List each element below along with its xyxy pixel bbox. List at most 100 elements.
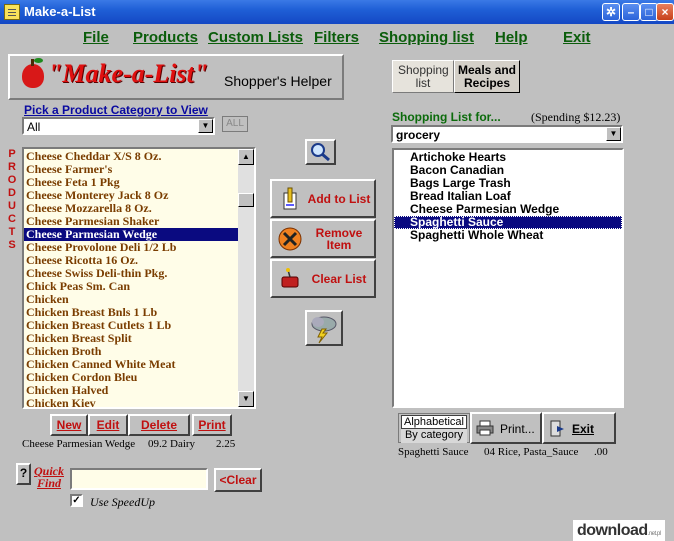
chevron-down-icon[interactable]: ▼ (606, 127, 621, 141)
scroll-up-icon[interactable]: ▲ (238, 149, 254, 165)
minimize-button[interactable]: – (622, 3, 640, 21)
weather-button[interactable] (305, 310, 343, 346)
app-logo-banner: "Make-a-List" Shopper's Helper (8, 54, 344, 100)
product-list-item[interactable]: Cheese Provolone Deli 1/2 Lb (24, 241, 238, 254)
clear-quick-find-button[interactable]: <Clear (214, 468, 262, 492)
quick-find-label: Quick Find (33, 465, 65, 489)
new-product-button[interactable]: New (50, 414, 88, 436)
add-to-list-label: Add to List (307, 191, 371, 206)
product-list-item[interactable]: Chicken Breast Split (24, 332, 238, 345)
tab-meals-recipes[interactable]: Meals and Recipes (454, 60, 520, 93)
product-list-item[interactable]: Cheese Monterey Jack 8 Oz (24, 189, 238, 202)
product-info-code: 09.2 Dairy (148, 438, 196, 450)
sort-by-category[interactable]: By category (401, 429, 467, 443)
product-list-item[interactable]: Chicken Breast Cutlets 1 Lb (24, 319, 238, 332)
watermark-text: download (577, 522, 648, 539)
logo-title: "Make-a-List" (48, 59, 209, 88)
shopping-list-item[interactable]: Spaghetti Whole Wheat (394, 229, 622, 242)
remove-item-button[interactable]: Remove Item (270, 219, 376, 258)
all-button[interactable]: ALL (222, 116, 248, 132)
side-letter: R (8, 161, 16, 173)
category-select[interactable]: All ▼ (22, 117, 215, 135)
magnifier-icon (311, 143, 330, 162)
item-info-code: 04 Rice, Pasta_Sauce (484, 446, 579, 458)
product-list-item[interactable]: Chicken Breast Bnls 1 Lb (24, 306, 238, 319)
title-bar[interactable]: Make-a-List ✲ – □ × (0, 0, 674, 24)
product-list-item[interactable]: Chicken Kiev (24, 397, 238, 407)
product-list-item[interactable]: Chicken Broth (24, 345, 238, 358)
product-list-item[interactable]: Cheese Parmesian Shaker (24, 215, 238, 228)
menu-custom-lists[interactable]: Custom Lists (208, 29, 303, 46)
product-list-item[interactable]: Chick Peas Sm. Can (24, 280, 238, 293)
product-info-price: 2.25 (216, 438, 236, 450)
product-list-item[interactable]: Cheese Farmer's (24, 163, 238, 176)
speedup-label: Use SpeedUp (90, 495, 155, 509)
storm-cloud-icon (311, 316, 337, 344)
logo-tagline: Shopper's Helper (224, 73, 332, 89)
product-items: Cheese Cheddar X/S 8 Oz. Cheese Farmer's C… (24, 150, 238, 407)
menu-file[interactable]: File (83, 29, 109, 46)
sort-alphabetical[interactable]: Alphabetical (401, 415, 467, 429)
help-question-icon[interactable]: ? (16, 463, 31, 485)
chevron-down-icon[interactable]: ▼ (198, 119, 213, 133)
spending-total: (Spending $12.23) (531, 110, 621, 124)
item-info-name: Spaghetti Sauce (398, 446, 469, 458)
scroll-thumb[interactable] (238, 193, 254, 207)
exit-button[interactable]: Exit (542, 412, 616, 444)
product-list-item[interactable]: Chicken Cordon Bleu (24, 371, 238, 384)
quick-find-line2: Find (36, 476, 61, 490)
print-products-button[interactable]: Print (192, 414, 232, 436)
tab-shopping-list[interactable]: Shopping list (392, 60, 454, 93)
menu-products[interactable]: Products (133, 29, 198, 46)
window-title: Make-a-List (24, 4, 96, 19)
print-list-button[interactable]: Print... (470, 412, 542, 444)
menu-exit[interactable]: Exit (563, 29, 591, 46)
item-info-price: .00 (594, 446, 608, 458)
product-list-item[interactable]: Chicken Halved (24, 384, 238, 397)
settings-icon[interactable]: ✲ (602, 3, 620, 21)
product-list-item[interactable]: Cheese Parmesian Wedge (24, 228, 238, 241)
product-info-name: Cheese Parmesian Wedge (22, 438, 136, 450)
product-list-item[interactable]: Cheese Feta 1 Pkg (24, 176, 238, 189)
side-letter: O (7, 174, 17, 186)
side-letter: D (8, 187, 16, 199)
close-button[interactable]: × (656, 3, 674, 21)
menu-bar: File Products Custom Lists Filters Shopp… (0, 24, 674, 50)
shopping-list[interactable]: Artichoke Hearts Bacon Canadian Bags Large… (392, 148, 624, 408)
remove-x-icon (278, 227, 302, 251)
shopping-items: Artichoke Hearts Bacon Canadian Bags Large… (394, 151, 622, 242)
side-letter: U (8, 200, 16, 212)
remove-item-label: Remove Item (306, 221, 372, 256)
store-select[interactable]: grocery ▼ (391, 125, 623, 143)
side-letter: S (8, 239, 16, 251)
product-list-item[interactable]: Cheese Ricotta 16 Oz. (24, 254, 238, 267)
speedup-checkbox[interactable]: ✓ (70, 494, 83, 507)
exit-label: Exit (572, 422, 595, 436)
product-list-item[interactable]: Chicken Canned White Meat (24, 358, 238, 371)
add-to-list-button[interactable]: Add to List (270, 179, 376, 218)
product-list-item[interactable]: Cheese Cheddar X/S 8 Oz. (24, 150, 238, 163)
search-button[interactable] (305, 139, 336, 165)
sort-toggle: Alphabetical By category (398, 413, 470, 443)
product-list-item[interactable]: Cheese Swiss Deli-thin Pkg. (24, 267, 238, 280)
app-notepad-icon (4, 4, 20, 20)
product-list-item[interactable]: Cheese Mozzarella 8 Oz. (24, 202, 238, 215)
delete-product-button[interactable]: Delete (128, 414, 190, 436)
product-list-item[interactable]: Chicken (24, 293, 238, 306)
category-value: All (27, 120, 41, 134)
apple-icon (22, 58, 44, 88)
menu-help[interactable]: Help (495, 29, 528, 46)
side-letter: C (8, 213, 16, 225)
menu-filters[interactable]: Filters (314, 29, 359, 46)
product-scrollbar[interactable]: ▲ ▼ (238, 149, 254, 407)
menu-shopping-list[interactable]: Shopping list (379, 29, 474, 46)
tab-meals-recipes-label: Meals and Recipes (457, 63, 517, 90)
scroll-down-icon[interactable]: ▼ (238, 391, 254, 407)
edit-product-button[interactable]: Edit (88, 414, 128, 436)
clear-list-button[interactable]: Clear List (270, 259, 376, 298)
shopping-list-label: Shopping List for... (392, 110, 501, 124)
dynamite-icon (281, 268, 299, 288)
quick-find-input[interactable] (70, 468, 208, 490)
product-list[interactable]: Cheese Cheddar X/S 8 Oz. Cheese Farmer's C… (22, 147, 256, 409)
exit-door-icon (550, 420, 564, 437)
